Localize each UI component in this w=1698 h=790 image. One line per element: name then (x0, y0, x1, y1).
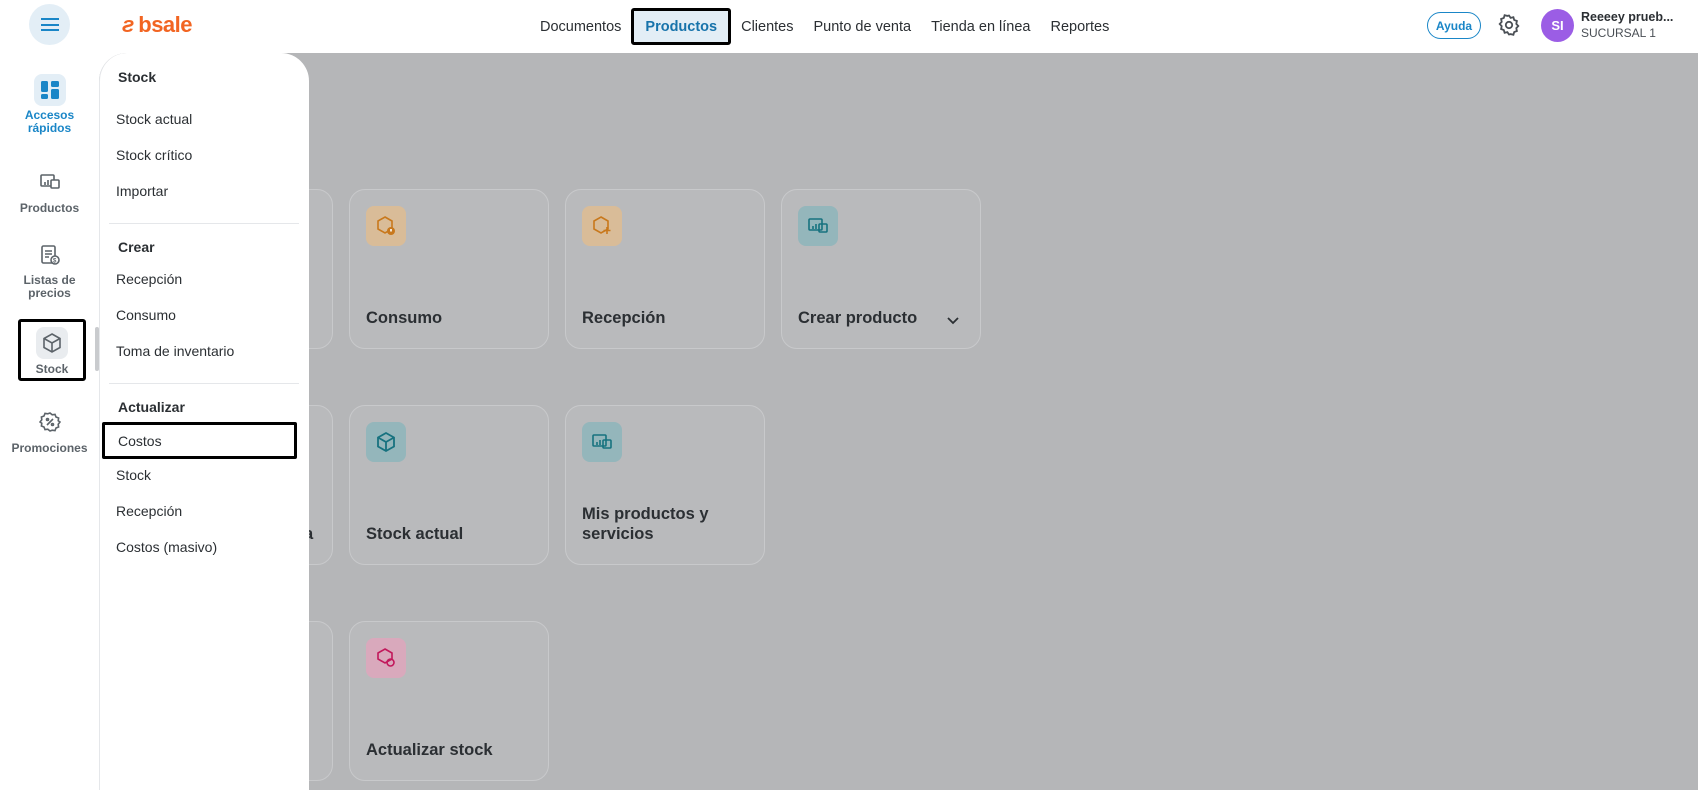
card-label: Consumo (366, 309, 443, 327)
menu-item-costos[interactable]: Costos (102, 422, 297, 459)
rail-label: Stock (35, 362, 69, 376)
help-button[interactable]: Ayuda (1427, 12, 1481, 39)
bsale-logo-icon: ƨ (122, 12, 135, 37)
card-recepcion[interactable]: Recepción (565, 189, 765, 349)
menu-item-stock-critico[interactable]: Stock crítico (108, 138, 298, 172)
nav-tienda-en-linea[interactable]: Tienda en línea (921, 8, 1040, 45)
dashboard-icon (33, 74, 66, 106)
menu-item-importar[interactable]: Importar (108, 174, 298, 208)
divider (109, 223, 299, 224)
section-heading-crear: Crear (118, 239, 155, 255)
price-list-icon: $ (34, 239, 66, 271)
rail-item-listas-de-precios[interactable]: $ Listas de precios (0, 239, 99, 300)
card-stock-actual[interactable]: Stock actual (349, 405, 549, 565)
top-nav: Documentos Productos Clientes Punto de v… (530, 8, 1119, 45)
box-refresh-icon (366, 638, 406, 678)
box-icon (36, 327, 68, 359)
rail-label: Promociones (11, 441, 88, 455)
rail-item-productos[interactable]: Productos (0, 166, 99, 215)
menu-item-toma-de-inventario[interactable]: Toma de inventario (108, 334, 298, 368)
rail-label: Productos (19, 201, 80, 215)
menu-item-costos-masivo[interactable]: Costos (masivo) (108, 530, 298, 564)
products-icon (798, 206, 838, 246)
box-plus-icon (582, 206, 622, 246)
card-crear-producto[interactable]: Crear producto (781, 189, 981, 349)
card-actualizar-stock[interactable]: Actualizar stock (349, 621, 549, 781)
section-heading-actualizar: Actualizar (118, 399, 185, 415)
products-icon (582, 422, 622, 462)
nav-reportes[interactable]: Reportes (1041, 8, 1120, 45)
card-label: Actualizar stock (366, 741, 493, 759)
products-icon (34, 166, 66, 198)
card-label: Stock actual (366, 525, 464, 543)
divider (109, 383, 299, 384)
menu-item-consumo[interactable]: Consumo (108, 298, 298, 332)
box-icon (366, 422, 406, 462)
modal-overlay[interactable] (99, 53, 1698, 790)
gear-icon[interactable] (1497, 13, 1521, 37)
card-label: Recepción (582, 309, 666, 327)
rail-label: Accesos rápidos (24, 108, 75, 135)
card-label: Crear producto (798, 309, 918, 327)
avatar[interactable]: SI (1541, 9, 1574, 42)
user-branch: SUCURSAL 1 (1581, 26, 1656, 40)
flyout-title: Stock (118, 69, 157, 85)
user-name[interactable]: Reeeey prueb... (1581, 10, 1691, 24)
menu-item-recepcion[interactable]: Recepción (108, 262, 298, 296)
nav-clientes[interactable]: Clientes (731, 8, 803, 45)
chevron-down-icon[interactable] (946, 316, 960, 326)
rail-label: Listas de precios (23, 273, 76, 300)
nav-documentos[interactable]: Documentos (530, 8, 631, 45)
logo[interactable]: ƨ bsale (122, 12, 193, 38)
menu-item-actualizar-recepcion[interactable]: Recepción (108, 494, 298, 528)
box-alert-icon (366, 206, 406, 246)
card-label: Mis productos y servicios (582, 505, 709, 543)
left-rail: Accesos rápidos Productos $ Listas de pr… (0, 53, 99, 790)
menu-item-actualizar-stock[interactable]: Stock (108, 458, 298, 492)
card-mis-productos[interactable]: Mis productos y servicios (565, 405, 765, 565)
stock-flyout-menu: Stock Stock actual Stock crítico Importa… (99, 53, 309, 790)
rail-item-stock[interactable]: Stock (18, 319, 86, 381)
menu-toggle-button[interactable] (29, 4, 70, 45)
nav-punto-de-venta[interactable]: Punto de venta (804, 8, 922, 45)
nav-productos[interactable]: Productos (631, 8, 732, 45)
hamburger-icon (40, 18, 59, 31)
rail-item-accesos-rapidos[interactable]: Accesos rápidos (0, 74, 99, 135)
card-consumo[interactable]: Consumo (349, 189, 549, 349)
top-header: ƨ bsale Documentos Productos Clientes Pu… (0, 0, 1698, 53)
menu-item-stock-actual[interactable]: Stock actual (108, 102, 298, 136)
logo-text: bsale (138, 12, 193, 37)
rail-item-promociones[interactable]: Promociones (0, 406, 99, 455)
discount-icon (34, 406, 66, 438)
